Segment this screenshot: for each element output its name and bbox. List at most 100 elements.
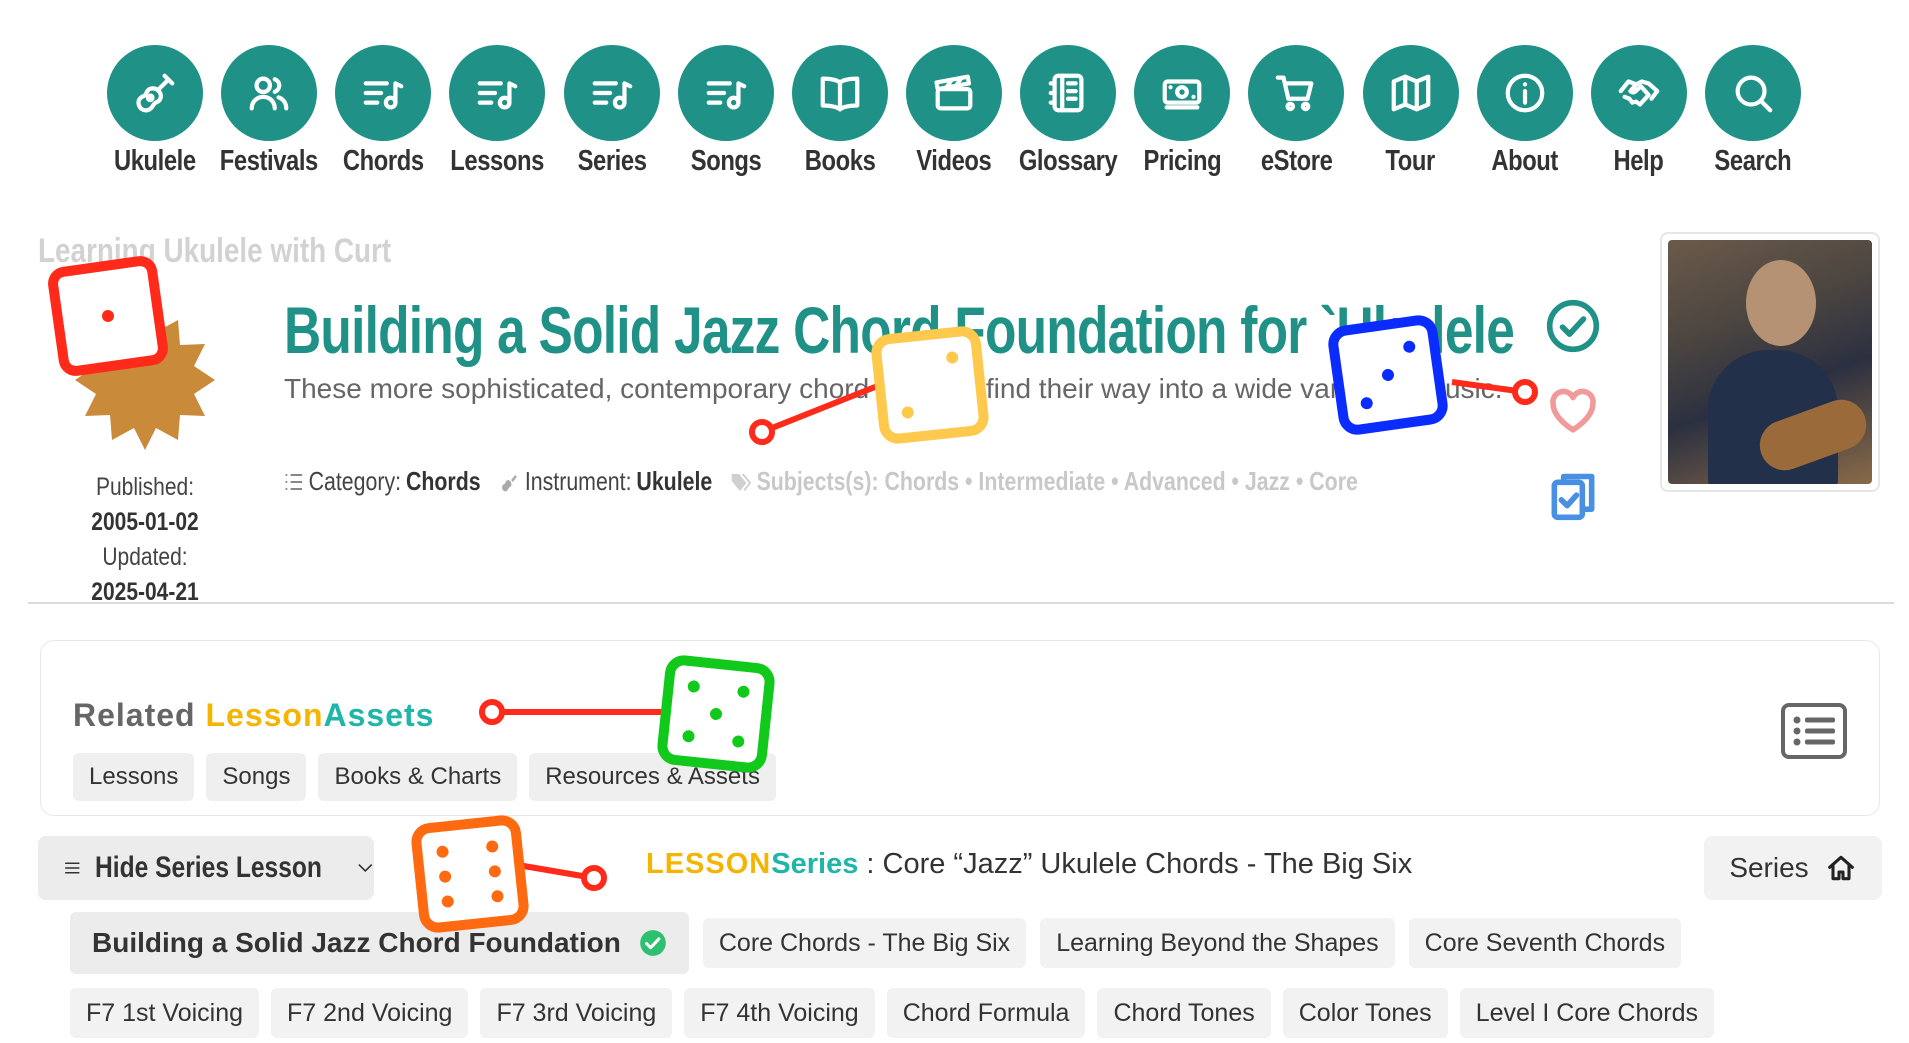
series-lesson-item[interactable]: F7 4th Voicing xyxy=(684,988,875,1038)
clipboard-check-icon[interactable] xyxy=(1545,466,1601,522)
nav-label: Search xyxy=(1714,145,1792,177)
chip-books-charts[interactable]: Books & Charts xyxy=(318,753,518,801)
home-icon xyxy=(1827,855,1854,881)
list-view-icon[interactable] xyxy=(1781,703,1847,759)
published-label: Published: xyxy=(95,473,195,501)
instrument-label: Instrument: xyxy=(524,466,632,496)
series-lesson-item[interactable]: Chord Formula xyxy=(886,988,1086,1038)
handshake-icon xyxy=(1590,45,1687,141)
nav-label: Tour xyxy=(1385,145,1436,177)
nav-label: Pricing xyxy=(1143,145,1222,177)
instructor-photo xyxy=(1660,232,1880,492)
nav-pricing[interactable]: Pricing xyxy=(1127,45,1237,185)
search-icon xyxy=(1704,45,1801,141)
tags-icon xyxy=(731,473,752,491)
nav-ukulele[interactable]: Ukulele xyxy=(100,45,210,185)
nav-label: About xyxy=(1491,145,1558,177)
related-title-assets: Assets xyxy=(323,697,435,733)
nav-tour[interactable]: Tour xyxy=(1356,45,1466,185)
ukulele-icon xyxy=(501,474,517,491)
chevron-down-icon xyxy=(358,864,373,872)
nav-series[interactable]: Series xyxy=(557,45,667,185)
nav-chords[interactable]: Chords xyxy=(328,45,438,185)
series-lesson-item[interactable]: Core Chords - The Big Six xyxy=(702,918,1027,968)
series-name: : Core “Jazz” Ukulele Chords - The Big S… xyxy=(858,848,1413,880)
lesson-actions xyxy=(1545,298,1601,522)
nav-glossary[interactable]: Glossary xyxy=(1013,45,1123,185)
nav-label: Songs xyxy=(690,145,762,177)
notebook-icon xyxy=(1020,45,1117,141)
series-button-label: Series xyxy=(1729,852,1809,883)
subjects-list[interactable]: Subjects(s): Chords • Intermediate • Adv… xyxy=(757,466,1358,497)
site-tagline: Learning Ukulele with Curt xyxy=(38,232,392,270)
nav-songs[interactable]: Songs xyxy=(671,45,781,185)
page-description: These more sophisticated, contemporary c… xyxy=(284,373,1503,404)
series-lesson-item[interactable]: Learning Beyond the Shapes xyxy=(1040,918,1395,968)
check-circle-icon xyxy=(640,930,666,956)
series-lessons-row-2: F7 1st Voicing F7 2nd Voicing F7 3rd Voi… xyxy=(70,988,1715,1038)
instrument-link[interactable]: Ukulele xyxy=(636,466,712,497)
series-home-button[interactable]: Series xyxy=(1704,836,1882,900)
published-date: 2005-01-02 xyxy=(91,508,199,536)
series-prefix-lesson: LESSON xyxy=(646,848,772,880)
related-chips: Lessons Songs Books & Charts Resources &… xyxy=(73,753,776,801)
hide-series-lesson-button[interactable]: Hide Series Lesson xyxy=(38,836,374,900)
nav-help[interactable]: Help xyxy=(1584,45,1694,185)
nav-books[interactable]: Books xyxy=(785,45,895,185)
series-lesson-item[interactable]: Color Tones xyxy=(1282,988,1448,1038)
category-link[interactable]: Chords xyxy=(406,466,481,497)
nav-label: Lessons xyxy=(450,145,545,177)
series-heading: LESSONSeries : Core “Jazz” Ukulele Chord… xyxy=(646,848,1412,881)
nav-label: Festivals xyxy=(220,145,319,177)
clapperboard-icon xyxy=(905,45,1002,141)
current-lesson-label: Building a Solid Jazz Chord Foundation xyxy=(92,927,621,958)
nav-label: Series xyxy=(577,145,647,177)
series-lesson-item[interactable]: Chord Tones xyxy=(1097,988,1271,1038)
series-prefix-series: Series xyxy=(771,848,859,880)
series-lesson-item[interactable]: F7 2nd Voicing xyxy=(271,988,469,1038)
money-icon xyxy=(1134,45,1231,141)
page-title: Building a Solid Jazz Chord Foundation f… xyxy=(284,293,1515,367)
hide-series-label: Hide Series Lesson xyxy=(94,851,322,884)
series-lesson-current[interactable]: Building a Solid Jazz Chord Foundation xyxy=(70,912,689,974)
series-lesson-item[interactable]: F7 3rd Voicing xyxy=(480,988,673,1038)
main-nav: Ukulele Festivals Chords Lessons Series … xyxy=(100,45,1808,185)
completed-check-icon[interactable] xyxy=(1545,298,1601,354)
nav-estore[interactable]: eStore xyxy=(1241,45,1351,185)
publish-info: Published: 2005-01-02 Updated: 2025-04-2… xyxy=(48,470,241,610)
meta-instrument: Instrument: Ukulele xyxy=(499,466,712,497)
chip-resources-assets[interactable]: Resources & Assets xyxy=(529,753,776,801)
info-icon xyxy=(1476,45,1573,141)
nav-videos[interactable]: Videos xyxy=(899,45,1009,185)
nav-search[interactable]: Search xyxy=(1698,45,1808,185)
related-title-prefix: Related xyxy=(73,697,206,733)
series-lesson-item[interactable]: Core Seventh Chords xyxy=(1408,918,1682,968)
series-lesson-item[interactable]: Level I Core Chords xyxy=(1459,988,1715,1038)
cart-icon xyxy=(1248,45,1345,141)
nav-label: Help xyxy=(1613,145,1664,177)
map-icon xyxy=(1362,45,1459,141)
nav-lessons[interactable]: Lessons xyxy=(442,45,552,185)
nav-label: eStore xyxy=(1260,145,1333,177)
hamburger-icon xyxy=(65,862,80,874)
music-list-icon xyxy=(449,45,546,141)
chip-lessons[interactable]: Lessons xyxy=(73,753,195,801)
nav-about[interactable]: About xyxy=(1470,45,1580,185)
music-list-icon xyxy=(563,45,660,141)
list-icon xyxy=(285,473,303,490)
music-list-icon xyxy=(335,45,432,141)
chip-songs[interactable]: Songs xyxy=(206,753,307,801)
people-icon xyxy=(221,45,318,141)
nav-label: Books xyxy=(804,145,876,177)
related-assets-panel: Related LessonAssets Lessons Songs Books… xyxy=(40,640,1880,816)
header-divider xyxy=(28,602,1894,604)
category-label: Category: xyxy=(308,466,402,496)
series-lesson-item[interactable]: F7 1st Voicing xyxy=(70,988,260,1038)
updated-label: Updated: xyxy=(102,543,188,571)
nav-label: Ukulele xyxy=(114,145,196,177)
nav-label: Chords xyxy=(342,145,424,177)
level-badge-icon xyxy=(75,310,215,450)
favorite-heart-icon[interactable] xyxy=(1545,382,1601,438)
nav-festivals[interactable]: Festivals xyxy=(214,45,324,185)
meta-category: Category: Chords xyxy=(284,466,481,497)
